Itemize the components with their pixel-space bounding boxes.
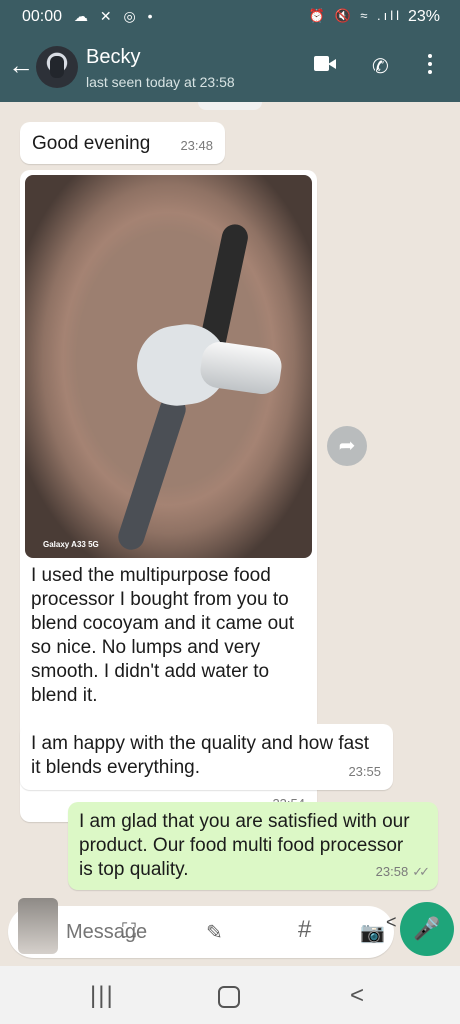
notification-icons: ☁ ✕ ◎ • [74,8,157,24]
read-receipt-icon: ✓✓ [412,864,430,879]
avatar[interactable] [36,46,78,88]
sticker-icon[interactable]: ✎ [206,920,223,945]
home-icon[interactable] [218,986,240,1008]
message-composer: ⛶ ✎ # 📷 [8,898,394,958]
back-icon[interactable]: < [350,982,364,1010]
message-time-status: 23:58 ✓✓ [375,860,430,884]
photo-watermark: Galaxy A33 5G [43,540,99,549]
battery-level: 23% [407,8,440,25]
contact-name[interactable]: Becky [86,46,140,69]
shared-photo[interactable]: Galaxy A33 5G [25,175,312,558]
forward-icon[interactable]: ➦ [327,426,367,466]
message-text: Good evening [32,133,151,154]
message-text: I used the multipurpose food processor I… [31,565,294,706]
status-bar: 00:00 ☁ ✕ ◎ • ⏰ 🔇 ≈ .ıll 23% [0,0,460,34]
more-options-icon[interactable] [428,54,434,78]
video-call-icon[interactable] [314,56,336,71]
last-seen-status: last seen today at 23:58 [86,74,235,90]
share-icon[interactable]: < [386,912,397,933]
status-time: 00:00 [22,8,63,25]
message-input[interactable] [64,914,178,950]
hashtag-icon[interactable]: # [298,916,311,944]
microphone-button[interactable]: 🎤 [400,902,454,956]
incoming-message[interactable]: I am happy with the quality and how fast… [20,724,393,790]
back-arrow-icon[interactable]: ← [8,52,34,78]
message-text: I am glad that you are satisfied with ou… [79,811,410,880]
recents-icon[interactable]: ||| [90,982,115,1010]
message-text: I am happy with the quality and how fast… [31,733,369,778]
chat-header: ← Becky last seen today at 23:58 ✆ [0,34,460,102]
message-time: 23:55 [348,764,381,779]
date-chip [198,102,262,110]
outgoing-message[interactable]: I am glad that you are satisfied with ou… [68,802,438,890]
incoming-message[interactable]: Good evening 23:48 [20,122,225,164]
message-time: 23:58 [375,864,409,879]
system-nav-bar: ||| < [0,966,460,1024]
system-icons: ⏰ 🔇 ≈ .ıll [308,8,402,23]
scan-icon[interactable]: ⛶ [122,920,136,943]
voice-call-icon[interactable]: ✆ [372,54,389,79]
camera-icon[interactable]: 📷 [360,920,385,945]
message-time: 23:48 [180,138,213,153]
message-list[interactable]: Good evening 23:48 Galaxy A33 5G I used … [0,102,460,966]
attachment-thumbnail[interactable] [18,898,58,954]
